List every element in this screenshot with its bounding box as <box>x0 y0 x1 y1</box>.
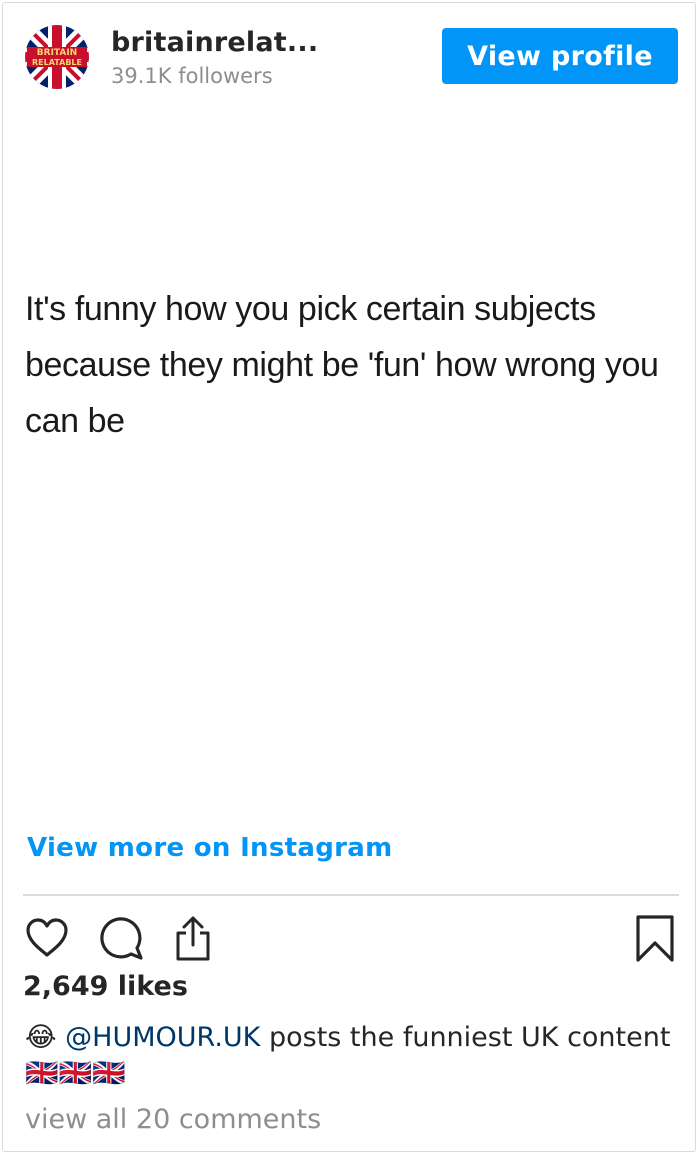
view-more-link[interactable]: View more on Instagram <box>27 833 392 863</box>
share-button[interactable] <box>167 908 219 968</box>
like-button[interactable] <box>21 908 73 968</box>
like-count[interactable]: 2,649 likes <box>23 971 683 1001</box>
logo-text-bottom: RELATABLE <box>32 58 82 67</box>
caption: 😂 @HUMOUR.UK posts the funniest UK conte… <box>25 1020 675 1092</box>
post-image[interactable] <box>3 113 695 813</box>
comment-button[interactable] <box>95 908 147 968</box>
mention-link[interactable]: @HUMOUR.UK <box>65 1022 260 1053</box>
post-header: BRITAIN RELATABLE britainrelat... 39.1K … <box>3 3 695 113</box>
share-icon <box>176 916 210 961</box>
likes-container: 2,649 likes <box>23 971 683 1001</box>
union-jack-logo-icon: BRITAIN RELATABLE <box>25 25 89 89</box>
heart-icon <box>26 918 68 957</box>
bookmark-icon <box>636 915 674 962</box>
logo-text-top: BRITAIN <box>37 48 77 58</box>
laughing-emoji: 😂 <box>25 1022 57 1053</box>
post-image-text: It's funny how you pick certain subjects… <box>25 290 659 440</box>
bookmark-button[interactable] <box>629 908 681 968</box>
action-bar <box>3 908 695 968</box>
view-comments-link[interactable]: view all 20 comments <box>25 1104 321 1135</box>
view-profile-button[interactable]: View profile <box>442 28 678 84</box>
divider <box>23 894 679 896</box>
username[interactable]: britainrelat... <box>111 27 318 58</box>
avatar[interactable]: BRITAIN RELATABLE <box>25 25 89 89</box>
comment-icon <box>100 917 143 960</box>
instagram-embed-card: BRITAIN RELATABLE britainrelat... 39.1K … <box>2 2 696 1152</box>
follower-count: 39.1K followers <box>111 64 273 88</box>
